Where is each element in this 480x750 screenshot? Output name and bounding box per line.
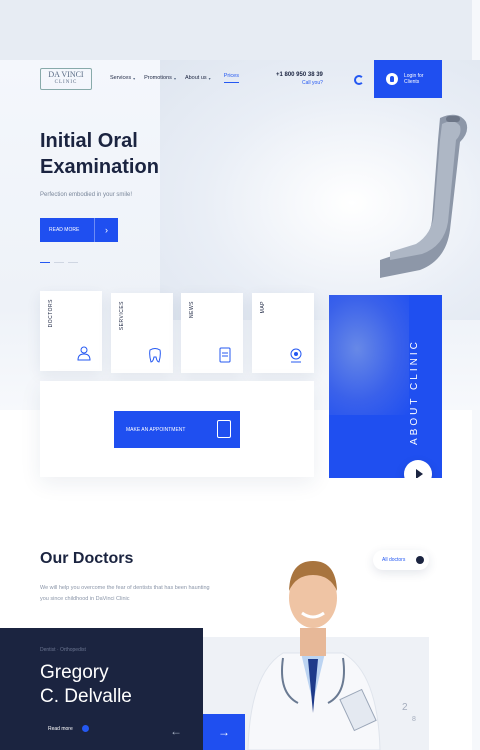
hero-title: Initial Oral Examination [40,128,159,180]
appointment-label: MAKE AN APPOINTMENT [126,426,186,433]
doctor-read-more-link[interactable]: Read more [48,726,73,732]
next-arrow-icon: → [218,725,230,739]
menu-label: About us [184,75,207,81]
doctors-title: Our Doctors [40,550,134,567]
hero-title-line1: Initial Oral [40,130,138,152]
arrow-right-icon [416,556,424,564]
logo-text: DA VINCI [48,70,84,79]
phone-number[interactable]: +1 800 950 38 39 [276,72,323,78]
phone-block: +1 800 950 38 39 Call you? [276,72,323,86]
make-appointment-button[interactable]: MAKE AN APPOINTMENT [114,411,240,448]
prev-arrow-icon[interactable]: ← [170,724,182,738]
login-label-line2: Clients [404,79,420,85]
clipboard-icon [217,420,231,438]
slide-dot[interactable] [68,262,78,263]
tooth-icon [149,348,161,363]
client-login-button[interactable]: Login for Clients [374,60,442,98]
chevron-right-icon: › [94,218,118,242]
top-strip [0,0,472,60]
arrow-right-icon[interactable] [82,725,89,732]
card-label: SERVICES [119,301,125,331]
doctor-icon [77,346,91,361]
card-services[interactable]: SERVICES [111,293,173,373]
pager-total: 8 [412,716,416,723]
card-map[interactable]: MAP [252,293,314,373]
menu-label: Promotions [144,75,172,81]
hero-subtitle: Perfection embodied in your smile! [40,192,133,198]
doctor-photo [247,561,381,750]
nurse-photo [329,295,409,415]
doctor-name: Gregory C. Delvalle [40,661,132,709]
card-label: MAP [260,301,266,314]
chevron-down-icon: ▾ [133,75,136,81]
clinic-logo[interactable]: DA VINCI CLINIC [40,68,92,90]
slider-indicator [40,262,78,263]
map-pin-icon [290,348,302,363]
pager-current: 2 [402,702,408,713]
menu-label: Services [110,75,132,81]
logo-subtext: CLINIC [54,80,78,85]
menu-item-services[interactable]: Services ▾ [110,73,135,83]
hero-title-line2: Examination [40,156,159,178]
menu-item-prices[interactable]: Prices [223,73,239,83]
dental-chair-image [380,114,468,278]
login-label: Login for Clients [404,73,423,85]
read-more-label: READ MORE [49,227,80,233]
card-news[interactable]: NEWS [181,293,243,373]
document-icon [219,347,231,363]
doctor-pager: 2 8 [402,702,416,723]
card-doctors[interactable]: DOCTORS [40,291,102,371]
user-icon [386,73,398,85]
card-label: NEWS [189,301,195,318]
doctor-role: Dentist · Orthopedist [40,647,86,653]
menu-item-promotions[interactable]: Promotions ▾ [144,73,176,83]
slide-dot[interactable] [54,262,64,263]
doctor-first-name: Gregory [40,662,109,683]
card-label: DOCTORS [48,299,54,328]
about-clinic-label: ABOUT CLINIC [409,339,420,445]
call-me-link[interactable]: Call you? [276,80,323,86]
top-nav: DA VINCI CLINIC Services ▾ Promotions ▾ … [30,60,442,98]
doctors-description: We will help you overcome the fear of de… [40,585,210,602]
main-menu: Services ▾ Promotions ▾ About us ▾ Price… [110,73,239,83]
menu-item-about-us[interactable]: About us ▾ [185,73,211,83]
slide-dot[interactable] [40,262,50,263]
doctor-last-name: C. Delvalle [40,686,132,707]
chevron-down-icon: ▾ [208,75,211,81]
loading-ring-icon[interactable] [354,75,364,85]
about-clinic-card[interactable]: ABOUT CLINIC [329,295,442,478]
next-doctor-button[interactable]: → [203,714,245,750]
play-icon[interactable] [404,460,432,478]
chevron-down-icon: ▾ [173,75,176,81]
read-more-button[interactable]: READ MORE › [40,218,118,242]
